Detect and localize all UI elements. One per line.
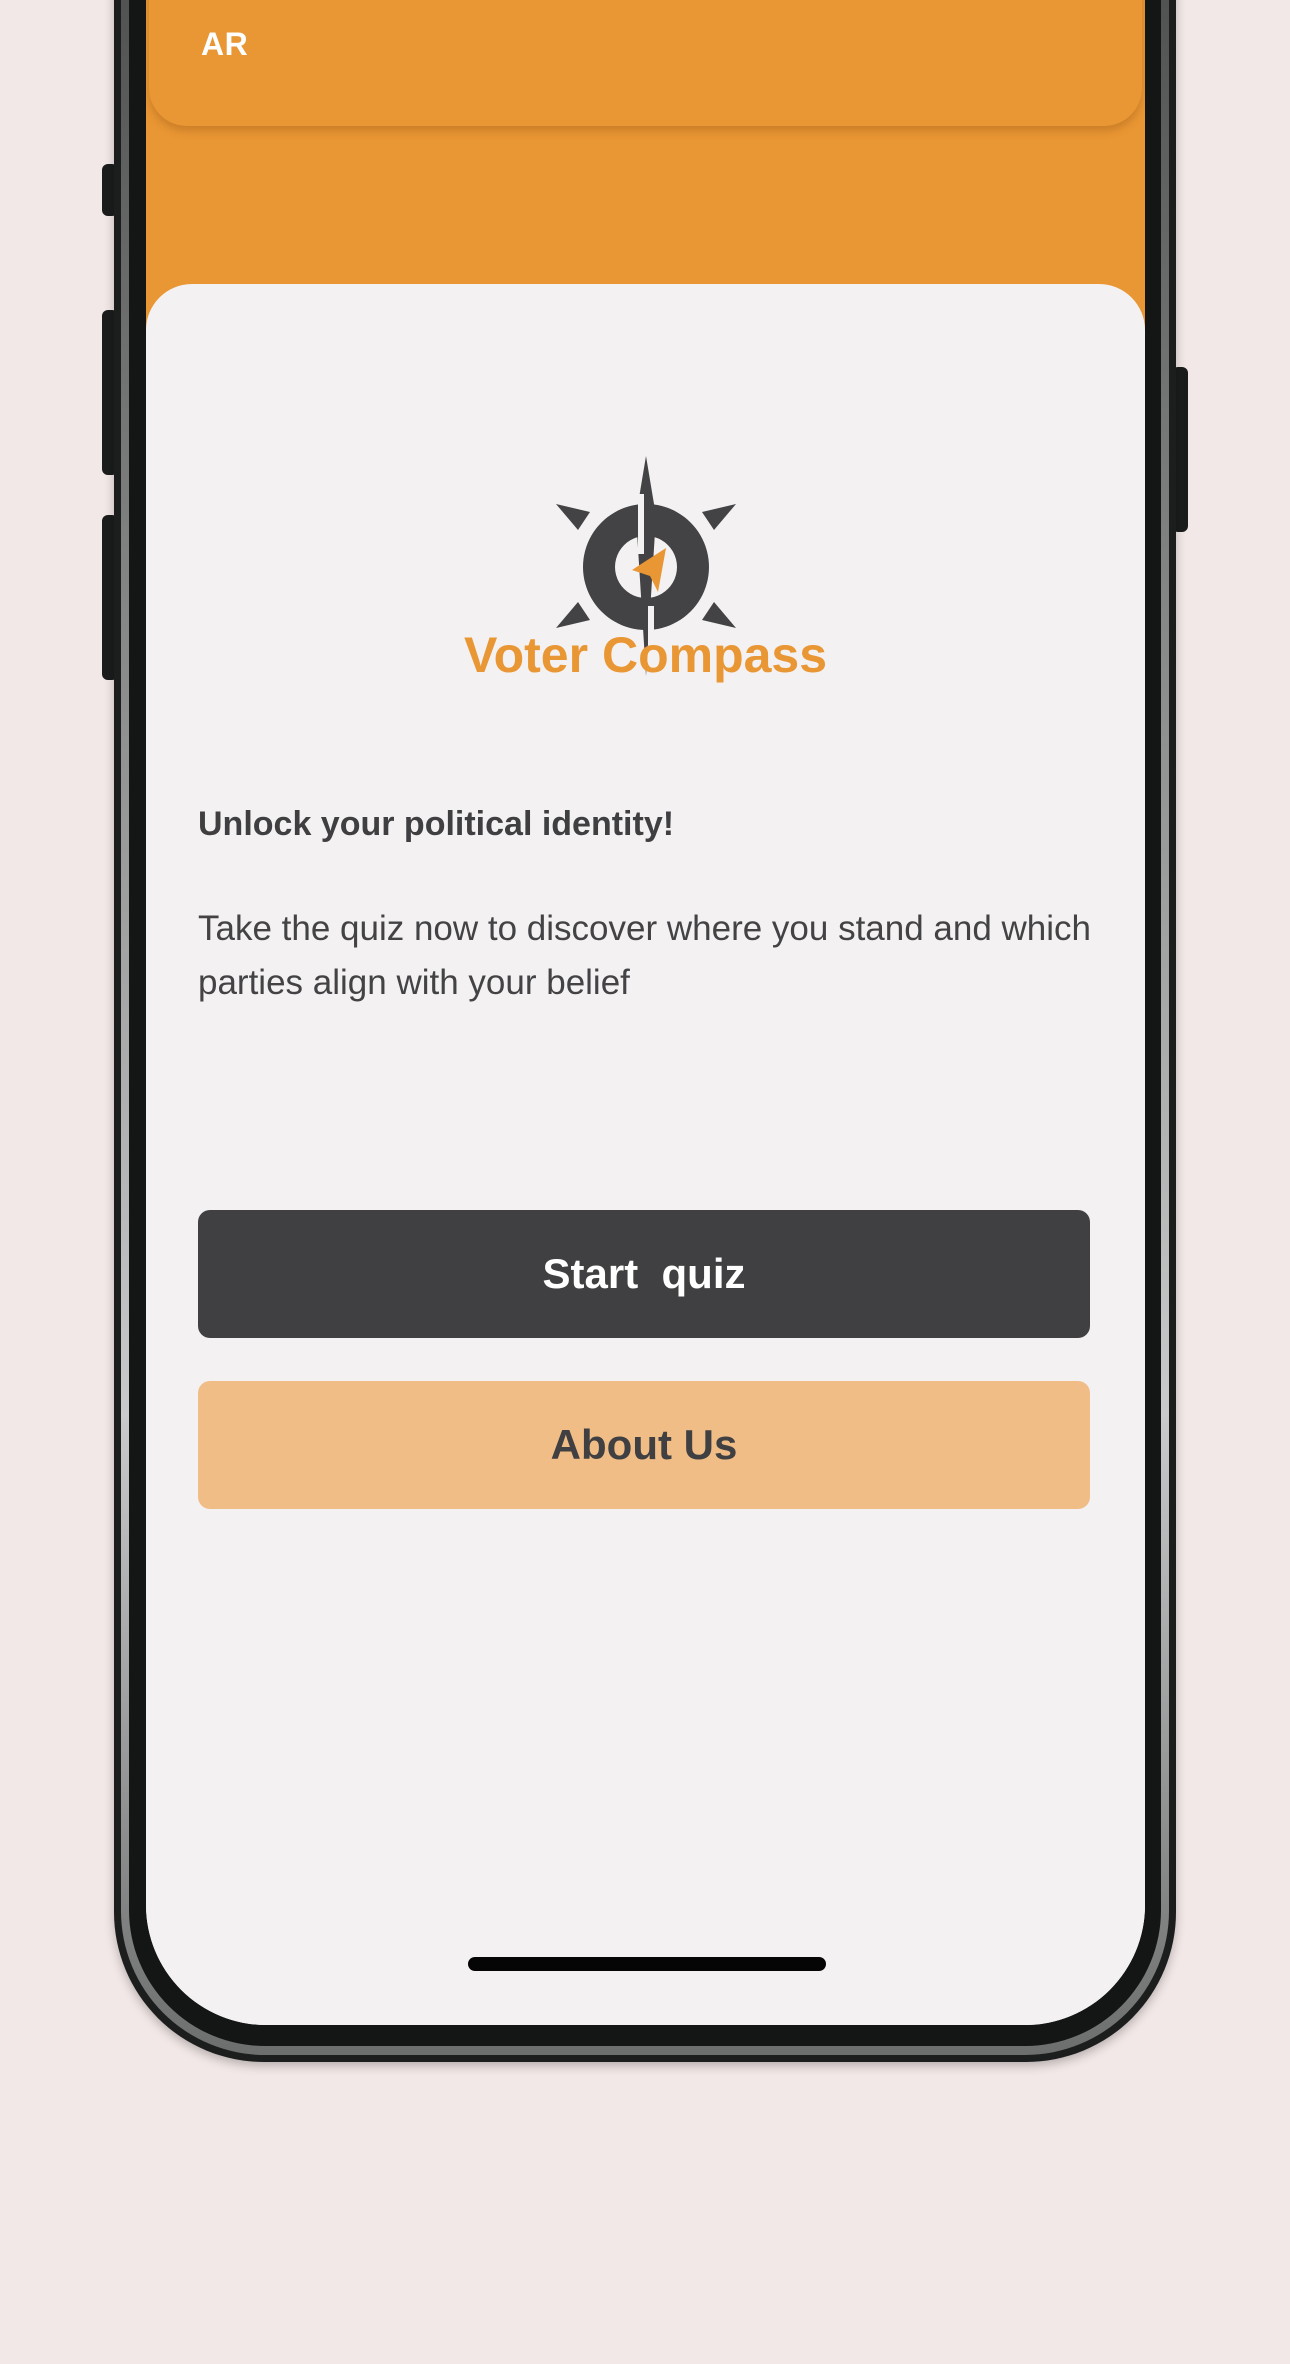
- language-toggle-button[interactable]: AR: [201, 26, 248, 63]
- phone-screen: AR Voter Compass Unlock your political i…: [146, 0, 1145, 2025]
- tagline-heading: Unlock your political identity!: [198, 805, 675, 843]
- app-title: Voter Compass: [463, 627, 828, 683]
- home-indicator[interactable]: [468, 1957, 826, 1971]
- page: AR Voter Compass Unlock your political i…: [0, 0, 1290, 2364]
- intro-description: Take the quiz now to discover where you …: [198, 909, 1092, 1002]
- top-app-bar: AR: [149, 0, 1142, 126]
- about-us-button[interactable]: About Us: [198, 1381, 1090, 1509]
- start-quiz-button[interactable]: Start quiz: [198, 1210, 1090, 1338]
